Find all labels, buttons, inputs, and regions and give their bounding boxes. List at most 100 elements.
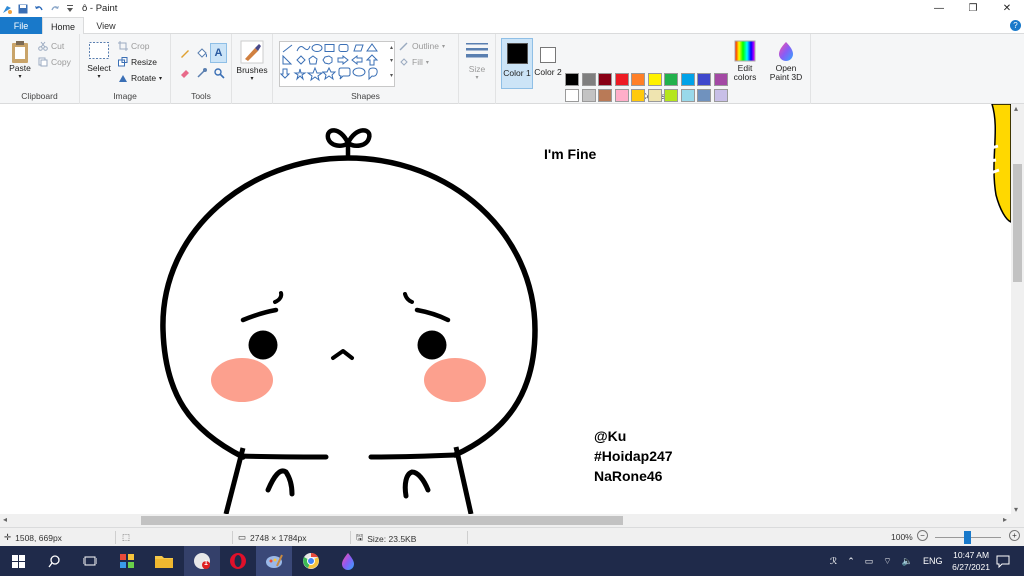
search-button[interactable] [36, 546, 72, 576]
redo-icon[interactable] [50, 4, 60, 14]
palette-swatch[interactable] [614, 73, 629, 86]
window-title: ô - Paint [82, 3, 118, 14]
show-hidden-icons-button[interactable]: ⌃ [847, 556, 855, 567]
image-dimensions: ▭ 2748 × 1784px [238, 532, 307, 543]
horizontal-scroll-thumb[interactable] [141, 516, 623, 525]
language-indicator[interactable]: ENG [923, 556, 943, 566]
minimize-button[interactable]: — [922, 0, 956, 17]
scroll-down-icon[interactable]: ▾ [1014, 505, 1018, 514]
color1-button[interactable]: Color 1 [501, 38, 533, 89]
tab-view[interactable]: View [86, 17, 126, 34]
palette-swatch[interactable] [565, 89, 579, 102]
crop-button[interactable]: Crop [118, 41, 149, 51]
shapes-scroll-up-icon[interactable]: ▴ [390, 44, 393, 51]
left-cheek [211, 358, 273, 402]
palette-swatch[interactable] [697, 73, 711, 86]
palette-swatch[interactable] [598, 73, 612, 86]
edit-colors-button[interactable]: Edit colors [730, 40, 760, 82]
horizontal-scrollbar[interactable]: ◂ ▸ [0, 514, 1024, 527]
palette-swatch[interactable] [631, 73, 645, 86]
scroll-up-icon[interactable]: ▴ [1014, 104, 1018, 113]
tab-home[interactable]: Home [42, 17, 84, 35]
palette-swatch[interactable] [664, 73, 678, 86]
color2-button[interactable]: Color 2 [534, 38, 562, 89]
palette-swatch[interactable] [680, 89, 695, 102]
taskbar-app-gallery[interactable] [109, 546, 145, 576]
taskbar-app-mail[interactable]: 1 [184, 546, 220, 576]
image-group: Select ▾ Crop Resize Rotate ▾ Image [80, 34, 171, 104]
volume-icon[interactable]: 🔈 [902, 556, 913, 567]
palette-swatch[interactable] [581, 73, 596, 86]
shapes-scroll-down-icon[interactable]: ▾ [390, 57, 393, 64]
palette-swatch[interactable] [713, 73, 728, 86]
action-center-button[interactable] [988, 546, 1018, 576]
resize-button[interactable]: Resize [118, 57, 157, 67]
palette-swatch[interactable] [631, 89, 645, 102]
palette-swatch[interactable] [647, 73, 662, 86]
ribbon: Paste ▾ Cut Copy Clipboard Select ▾ Crop… [0, 34, 1024, 118]
rotate-button[interactable]: Rotate ▾ [118, 73, 162, 83]
network-icon[interactable]: ⌔ [883, 556, 891, 567]
brushes-button[interactable]: Brushes ▾ [235, 40, 269, 84]
tab-file[interactable]: File [0, 17, 42, 34]
open-paint3d-button[interactable]: Open Paint 3D [767, 40, 805, 82]
eraser-icon[interactable] [176, 63, 193, 83]
outline-icon [399, 42, 408, 51]
cut-button[interactable]: Cut [38, 41, 64, 51]
shapes-gallery[interactable]: ▴ ▾ ▾ [279, 41, 395, 87]
text-tool-icon[interactable]: A [210, 43, 227, 63]
paint-app-icon[interactable] [2, 4, 12, 14]
magnifier-icon[interactable] [210, 63, 227, 83]
save-icon[interactable] [18, 4, 28, 14]
clipboard-group-label: Clipboard [21, 91, 58, 101]
copy-button[interactable]: Copy [38, 57, 71, 67]
palette-swatch[interactable] [647, 89, 662, 102]
taskbar-app-opera[interactable] [220, 546, 256, 576]
shapes-more-icon[interactable]: ▾ [390, 72, 393, 79]
taskbar: 1 ℛ ⌃ ▭ ⌔ 🔈 ENG 10:47 AM 6/27/2021 [0, 546, 1024, 576]
outline-button[interactable]: Outline ▾ [399, 41, 445, 51]
paste-button[interactable]: Paste ▾ [6, 40, 34, 82]
palette-swatch[interactable] [664, 89, 678, 102]
clock[interactable]: 10:47 AM 6/27/2021 [952, 549, 990, 573]
palette-swatch[interactable] [713, 89, 728, 102]
scroll-right-icon[interactable]: ▸ [1003, 515, 1007, 524]
paint3d-taskbar-icon [342, 553, 354, 570]
fill-button[interactable]: Fill ▾ [399, 57, 429, 67]
taskbar-app-paint3d[interactable] [330, 546, 366, 576]
zoom-slider-thumb[interactable] [964, 531, 971, 544]
taskbar-app-paint[interactable] [256, 546, 292, 576]
drawing-canvas[interactable]: I'm Fine @Ku #Hoidap247 NaRone46 [0, 104, 1011, 514]
battery-icon[interactable]: ▭ [865, 556, 874, 567]
close-button[interactable]: ✕ [990, 0, 1024, 17]
palette-swatch[interactable] [680, 73, 695, 86]
customize-toolbar-icon[interactable] [66, 4, 76, 14]
zoom-out-button[interactable]: − [917, 530, 928, 541]
undo-icon[interactable] [34, 4, 44, 14]
size-button[interactable]: Size ▾ [463, 40, 491, 83]
vertical-scroll-thumb[interactable] [1013, 164, 1022, 282]
palette-swatch[interactable] [581, 89, 596, 102]
palette-swatch[interactable] [598, 89, 612, 102]
pencil-icon[interactable] [176, 43, 193, 63]
zoom-in-button[interactable]: + [1009, 530, 1020, 541]
palette-swatch[interactable] [697, 89, 711, 102]
fill-bucket-icon[interactable] [193, 43, 210, 63]
color-picker-icon[interactable] [193, 63, 210, 83]
maximize-button[interactable]: ❐ [956, 0, 990, 17]
select-button[interactable]: Select ▾ [86, 41, 112, 82]
start-button[interactable] [0, 546, 36, 576]
paste-icon [12, 41, 28, 63]
palette-swatch[interactable] [614, 89, 629, 102]
palette-swatch[interactable] [565, 73, 579, 86]
task-view-button[interactable] [72, 546, 108, 576]
people-icon[interactable]: ℛ [830, 556, 837, 567]
canvas-text-im-fine: I'm Fine [544, 146, 597, 162]
copy-icon [38, 57, 48, 67]
taskbar-app-file-explorer[interactable] [146, 546, 182, 576]
vertical-scrollbar[interactable]: ▴ ▾ [1011, 104, 1024, 514]
scroll-left-icon[interactable]: ◂ [3, 515, 7, 524]
cursor-position-text: 1508, 669px [15, 532, 62, 543]
taskbar-app-chrome[interactable] [293, 546, 329, 576]
help-icon[interactable]: ? [1010, 20, 1021, 31]
